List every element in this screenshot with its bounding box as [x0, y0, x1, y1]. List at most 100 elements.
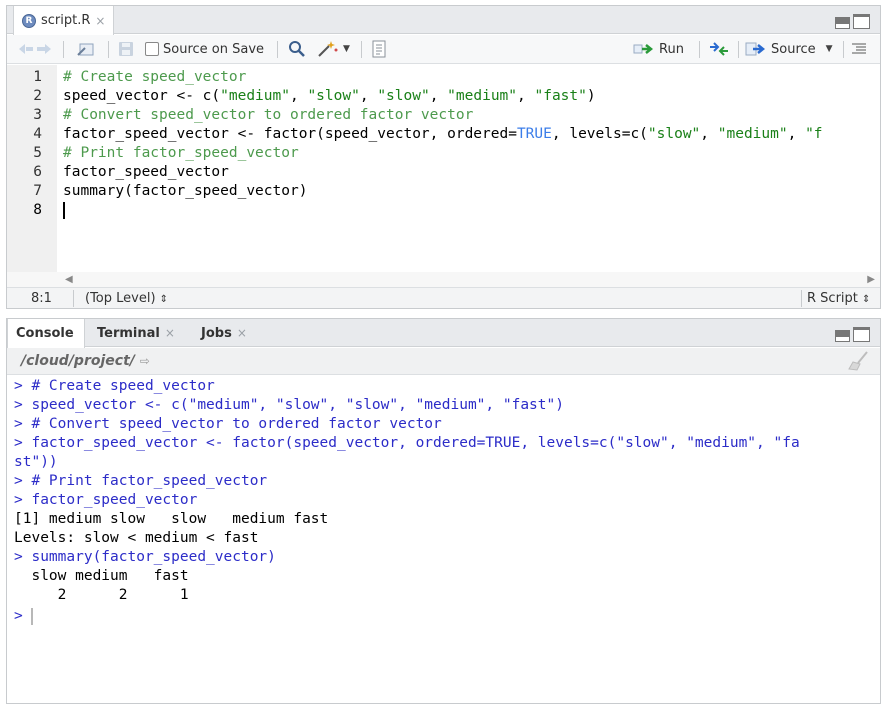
compile-report-icon[interactable]	[371, 38, 387, 60]
code-token: ,	[700, 126, 718, 142]
console-line: > summary(factor_speed_vector)	[14, 549, 276, 565]
console-line: slow medium fast	[14, 568, 189, 584]
code-token: ,	[359, 88, 378, 104]
line-number: 7	[33, 183, 42, 199]
code-text: factor_speed_vector <- factor(speed_vect…	[63, 125, 823, 144]
code-token: , levels=c(	[551, 126, 648, 142]
go-to-directory-icon[interactable]: ⇨	[140, 354, 150, 368]
scroll-right-icon[interactable]: ▶	[867, 274, 875, 285]
editor-tabbar: R script.R ×	[7, 6, 880, 35]
close-icon[interactable]: ×	[237, 326, 247, 340]
code-token: # Convert speed_vector to ordered factor…	[63, 107, 474, 123]
line-number: 8	[33, 202, 42, 218]
code-token: ,	[429, 88, 448, 104]
tab-console[interactable]: Console	[7, 319, 85, 348]
editor-statusbar: 8:1 (Top Level) ⇕ R Script ⇕	[7, 287, 880, 308]
code-token: "slow"	[377, 88, 430, 104]
source-button[interactable]: Source ▼	[745, 38, 833, 60]
search-icon[interactable]	[288, 38, 306, 60]
code-token: "slow"	[307, 88, 360, 104]
tab-jobs[interactable]: Jobs ×	[193, 319, 255, 347]
document-outline-icon[interactable]	[851, 38, 867, 60]
code-text: # Print factor_speed_vector	[63, 144, 299, 163]
cursor-position: 8:1	[31, 291, 52, 306]
run-label: Run	[659, 41, 684, 57]
filetype-label: R Script	[807, 291, 858, 306]
scroll-left-icon[interactable]: ◀	[65, 274, 73, 285]
updown-icon: ⇕	[159, 294, 169, 305]
console-line: > # Create speed_vector	[14, 378, 215, 394]
code-token: ,	[787, 126, 806, 142]
line-number: 6	[33, 164, 42, 180]
console-output[interactable]: > # Create speed_vector > speed_vector <-…	[7, 376, 880, 703]
tab-terminal[interactable]: Terminal ×	[89, 319, 183, 347]
code-text: summary(factor_speed_vector)	[63, 182, 307, 201]
r-file-icon: R	[22, 13, 36, 28]
tab-label: Console	[16, 326, 74, 341]
code-token: # Print factor_speed_vector	[63, 145, 299, 161]
prompt-symbol: >	[14, 608, 23, 624]
minimize-icon[interactable]	[835, 17, 850, 29]
code-tools-wand-icon[interactable]: ▼	[317, 38, 350, 60]
source-on-save-checkbox[interactable]	[145, 42, 159, 56]
editor-horizontal-scrollbar[interactable]: ◀ ▶	[7, 272, 880, 287]
line-number: 2	[33, 88, 42, 104]
show-in-window-icon[interactable]	[77, 38, 95, 60]
chevron-down-icon[interactable]: ▼	[826, 44, 833, 54]
close-icon[interactable]: ×	[165, 326, 175, 340]
console-tabbar: Console Terminal × Jobs ×	[7, 319, 880, 348]
filetype-selector[interactable]: R Script ⇕	[807, 291, 870, 306]
console-line: [1] medium slow slow medium fast	[14, 511, 329, 527]
minimize-icon[interactable]	[835, 330, 850, 342]
code-token: TRUE	[516, 126, 552, 142]
close-icon[interactable]: ×	[95, 14, 105, 28]
save-icon[interactable]	[118, 38, 134, 60]
console-line: Levels: slow < medium < fast	[14, 530, 259, 546]
source-on-save-label: Source on Save	[163, 41, 265, 57]
working-directory: /cloud/project/ ⇨	[21, 353, 150, 369]
code-editor[interactable]: 1 # Create speed_vector 2 speed_vector <- c…	[7, 65, 880, 272]
console-pane: Console Terminal × Jobs × /cloud/project…	[6, 318, 881, 704]
code-token: "medium"	[220, 88, 290, 104]
code-token: "medium"	[717, 126, 788, 142]
line-number: 3	[33, 107, 42, 123]
code-token: )	[586, 88, 596, 104]
code-token: factor_speed_vector	[63, 164, 229, 180]
console-prompt[interactable]: >	[14, 607, 33, 626]
maximize-icon[interactable]	[853, 14, 870, 29]
code-token: "medium"	[447, 88, 518, 104]
chevron-down-icon[interactable]: ▼	[343, 44, 350, 54]
line-number: 5	[33, 145, 42, 161]
run-button[interactable]: Run	[633, 38, 684, 60]
console-window-controls	[835, 327, 870, 342]
console-line: st"))	[14, 454, 58, 470]
code-token: # Create speed_vector	[63, 69, 247, 85]
source-on-save-toggle[interactable]: Source on Save	[145, 38, 264, 60]
code-token: ,	[289, 88, 308, 104]
console-line: > speed_vector <- c("medium", "slow", "s…	[14, 397, 564, 413]
code-token: ,	[517, 88, 535, 104]
code-token: "f	[805, 126, 823, 142]
line-number: 1	[33, 69, 42, 85]
code-token: factor_speed_vector <- factor(speed_vect…	[63, 126, 517, 142]
scope-selector[interactable]: (Top Level) ⇕	[85, 291, 168, 306]
maximize-icon[interactable]	[853, 327, 870, 342]
tab-label: script.R	[41, 13, 91, 28]
updown-icon: ⇕	[862, 294, 871, 305]
broom-clear-icon[interactable]	[848, 351, 870, 375]
rerun-icon[interactable]	[707, 38, 731, 60]
code-text: # Convert speed_vector to ordered factor…	[63, 106, 473, 125]
back-forward-icon[interactable]	[17, 38, 53, 60]
code-text: speed_vector <- c("medium", "slow", "slo…	[63, 87, 596, 106]
tab-label: Jobs	[201, 325, 232, 341]
console-pathbar: /cloud/project/ ⇨	[7, 348, 880, 375]
editor-toolbar: Source on Save ▼ Run Source ▼	[7, 35, 880, 64]
code-text	[63, 201, 65, 220]
console-line: > # Print factor_speed_vector	[14, 473, 268, 489]
console-line: > factor_speed_vector	[14, 492, 198, 508]
code-text: # Create speed_vector	[63, 68, 246, 87]
console-line: > # Convert speed_vector to ordered fact…	[14, 416, 442, 432]
tab-script-r[interactable]: R script.R ×	[13, 6, 115, 35]
code-token: "slow"	[647, 126, 701, 142]
editor-window-controls	[835, 14, 870, 29]
